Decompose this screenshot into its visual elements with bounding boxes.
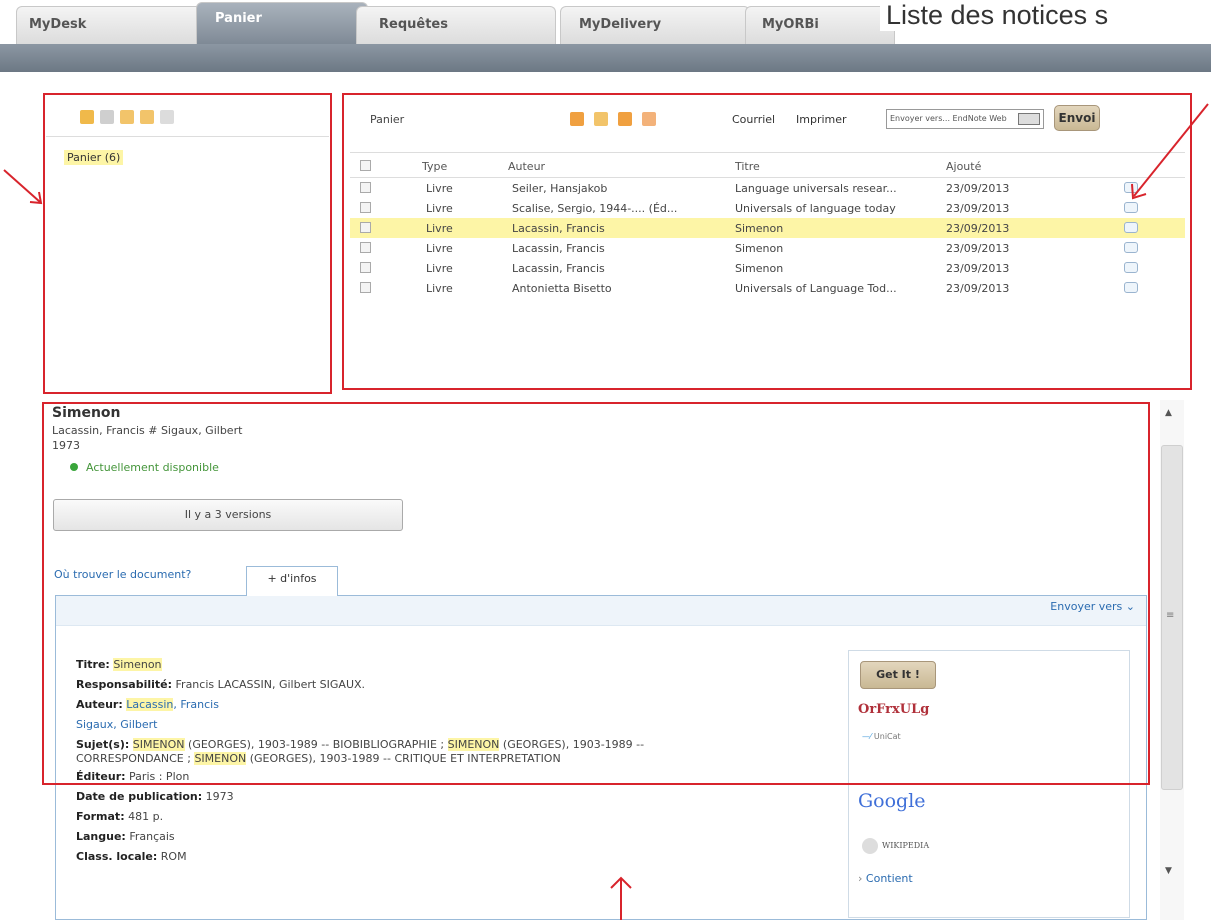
scroll-down-icon[interactable]: ▼ [1165, 866, 1172, 876]
arrow-topright-icon [1131, 103, 1209, 200]
basket-table: Type Auteur Titre Ajouté Livre Seiler, H… [350, 152, 1185, 298]
tab-requetes[interactable]: Requêtes [356, 6, 556, 44]
note-icon[interactable] [1124, 242, 1138, 253]
tab-requetes-label: Requêtes [379, 17, 448, 32]
slide-headline: Liste des notices s [880, 0, 1109, 31]
row-checkbox[interactable] [360, 182, 371, 193]
field-langue: Langue: Français [76, 830, 175, 843]
cell-ajoute: 23/09/2013 [946, 222, 1010, 235]
table-row[interactable]: Livre Lacassin, Francis Simenon 23/09/20… [350, 258, 1185, 278]
select-all-checkbox[interactable] [360, 160, 371, 171]
cell-auteur: Lacassin, Francis [512, 262, 605, 275]
row-checkbox[interactable] [360, 242, 371, 253]
table-header: Type Auteur Titre Ajouté [350, 152, 1185, 178]
cell-ajoute: 23/09/2013 [946, 202, 1010, 215]
send-to-select-value: Envoyer vers... EndNote Web [890, 114, 1007, 123]
tab-mydelivery-label: MyDelivery [579, 17, 662, 32]
move-icon[interactable] [100, 109, 114, 124]
contient-link[interactable]: › Contient [858, 872, 913, 885]
courriel-link[interactable]: Courriel [732, 113, 775, 126]
col-type[interactable]: Type [422, 160, 447, 173]
annotation-frame-left [43, 93, 332, 394]
annotation-frame-detail [42, 402, 1150, 785]
field-format: Format: 481 p. [76, 810, 164, 823]
cell-titre: Universals of Language Tod... [735, 282, 897, 295]
cell-auteur: Lacassin, Francis [512, 222, 605, 235]
copy-folder-icon[interactable] [120, 109, 134, 124]
row-checkbox[interactable] [360, 202, 371, 213]
field-class: Class. locale: ROM [76, 850, 187, 863]
cell-type: Livre [426, 242, 453, 255]
cell-ajoute: 23/09/2013 [946, 282, 1010, 295]
scroll-grip-icon: ≡ [1166, 610, 1175, 621]
tab-mydesk[interactable]: MyDesk [16, 6, 206, 44]
nav-strip [0, 44, 1211, 72]
paste-folder-icon[interactable] [140, 109, 154, 124]
cell-auteur: Lacassin, Francis [512, 242, 605, 255]
cell-type: Livre [426, 222, 453, 235]
field-date: Date de publication: 1973 [76, 790, 234, 803]
row-checkbox[interactable] [360, 222, 371, 233]
tab-myorbi-label: MyORBi [762, 17, 819, 32]
cell-titre: Language universals resear... [735, 182, 897, 195]
arrow-bottom-icon [610, 876, 632, 920]
envoi-button[interactable]: Envoi [1054, 105, 1100, 131]
note-icon[interactable] [1124, 222, 1138, 233]
row-checkbox[interactable] [360, 262, 371, 273]
wikipedia-globe-icon [862, 838, 878, 854]
cell-type: Livre [426, 282, 453, 295]
tab-mydelivery[interactable]: MyDelivery [560, 6, 750, 44]
new-folder-icon[interactable] [80, 109, 94, 124]
basket-label: Panier [370, 112, 405, 126]
cut-icon[interactable] [570, 112, 584, 126]
tab-bar: MyDesk Panier Requêtes MyDelivery MyORBi… [0, 0, 1211, 44]
col-ajoute[interactable]: Ajouté [946, 160, 981, 173]
paste-icon[interactable] [618, 112, 632, 126]
chevron-down-icon[interactable] [1018, 113, 1040, 125]
cell-type: Livre [426, 262, 453, 275]
cell-ajoute: 23/09/2013 [946, 242, 1010, 255]
tab-panier[interactable]: Panier [196, 2, 368, 44]
cell-auteur: Antonietta Bisetto [512, 282, 612, 295]
table-row[interactable]: Livre Antonietta Bisetto Universals of L… [350, 278, 1185, 298]
basket-folder[interactable]: Panier (6) [64, 150, 124, 165]
scroll-up-icon[interactable]: ▲ [1165, 408, 1172, 418]
cell-titre: Simenon [735, 222, 784, 235]
note-icon[interactable] [1124, 282, 1138, 293]
row-checkbox[interactable] [360, 282, 371, 293]
send-to-select[interactable]: Envoyer vers... EndNote Web [886, 109, 1044, 129]
cell-ajoute: 23/09/2013 [946, 262, 1010, 275]
cell-titre: Universals of language today [735, 202, 896, 215]
basket-toolbar: Panier Courriel Imprimer Envoyer vers...… [346, 97, 1188, 141]
delete-icon[interactable] [642, 112, 656, 126]
copy-icon[interactable] [594, 112, 608, 126]
table-row[interactable]: Livre Lacassin, Francis Simenon 23/09/20… [350, 238, 1185, 258]
table-row-selected[interactable]: Livre Lacassin, Francis Simenon 23/09/20… [350, 218, 1185, 238]
cell-ajoute: 23/09/2013 [946, 182, 1010, 195]
cell-auteur: Seiler, Hansjakob [512, 182, 608, 195]
cell-type: Livre [426, 182, 453, 195]
table-row[interactable]: Livre Scalise, Sergio, 1944-.... (Éd... … [350, 198, 1185, 218]
folder-toolbar [46, 97, 329, 137]
wikipedia-logo[interactable]: WIKIPEDIA [862, 838, 929, 854]
cell-titre: Simenon [735, 262, 784, 275]
cell-type: Livre [426, 202, 453, 215]
imprimer-link[interactable]: Imprimer [796, 113, 847, 126]
note-icon[interactable] [1124, 262, 1138, 273]
cell-auteur: Scalise, Sergio, 1944-.... (Éd... [512, 202, 678, 215]
chevron-right-icon: › [858, 872, 863, 885]
tab-myorbi[interactable]: MyORBi [745, 6, 895, 44]
table-row[interactable]: Livre Seiler, Hansjakob Language univers… [350, 178, 1185, 198]
rename-icon[interactable] [160, 109, 174, 124]
arrow-left-icon [3, 169, 43, 205]
cell-titre: Simenon [735, 242, 784, 255]
col-auteur[interactable]: Auteur [508, 160, 545, 173]
col-titre[interactable]: Titre [735, 160, 760, 173]
google-logo[interactable]: Google [858, 790, 926, 812]
